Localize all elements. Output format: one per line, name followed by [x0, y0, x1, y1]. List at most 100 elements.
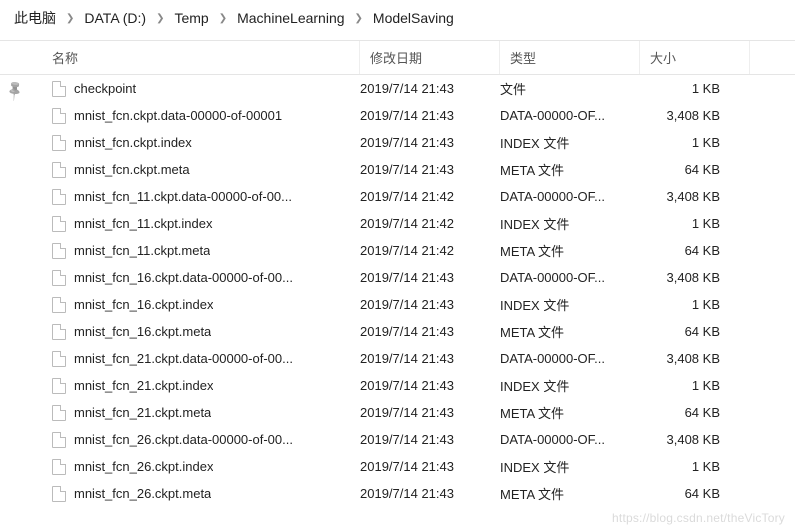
file-size: 64 KB — [640, 405, 750, 420]
file-name: mnist_fcn_16.ckpt.meta — [74, 324, 211, 339]
file-type: 文件 — [500, 79, 640, 98]
file-row[interactable]: mnist_fcn_26.ckpt.meta2019/7/14 21:43MET… — [0, 480, 795, 507]
file-name-cell[interactable]: mnist_fcn_26.ckpt.meta — [30, 486, 360, 502]
file-name: mnist_fcn.ckpt.meta — [74, 162, 190, 177]
breadcrumb-item[interactable]: MachineLearning — [233, 8, 348, 28]
file-icon — [52, 297, 66, 313]
file-name-cell[interactable]: mnist_fcn_16.ckpt.meta — [30, 324, 360, 340]
file-name-cell[interactable]: mnist_fcn_11.ckpt.meta — [30, 243, 360, 259]
file-name: mnist_fcn_11.ckpt.meta — [74, 243, 210, 258]
file-name: mnist_fcn.ckpt.index — [74, 135, 192, 150]
file-type: INDEX 文件 — [500, 133, 640, 152]
file-date: 2019/7/14 21:43 — [360, 108, 500, 123]
chevron-right-icon: ❯ — [349, 13, 369, 24]
file-row[interactable]: mnist_fcn_21.ckpt.data-00000-of-00... 201… — [0, 345, 795, 372]
file-name-cell[interactable]: mnist_fcn_11.ckpt.data-00000-of-00... — [30, 189, 360, 205]
file-name: mnist_fcn.ckpt.data-00000-of-00001 — [74, 108, 282, 123]
file-date: 2019/7/14 21:43 — [360, 486, 500, 501]
file-date: 2019/7/14 21:43 — [360, 81, 500, 96]
file-row[interactable]: mnist_fcn_11.ckpt.index2019/7/14 21:42IN… — [0, 210, 795, 237]
file-row[interactable]: mnist_fcn.ckpt.data-00000-of-00001 2019/7… — [0, 102, 795, 129]
file-row[interactable]: mnist_fcn_11.ckpt.data-00000-of-00...201… — [0, 183, 795, 210]
file-name-cell[interactable]: mnist_fcn_16.ckpt.data-00000-of-00... — [30, 270, 360, 286]
file-type: INDEX 文件 — [500, 295, 640, 314]
file-date: 2019/7/14 21:43 — [360, 405, 500, 420]
column-header-type[interactable]: 类型 — [500, 41, 640, 74]
file-row[interactable]: mnist_fcn.ckpt.meta2019/7/14 21:43META 文… — [0, 156, 795, 183]
file-icon — [52, 351, 66, 367]
column-header-pin — [0, 41, 30, 74]
file-name-cell[interactable]: mnist_fcn_26.ckpt.index — [30, 459, 360, 475]
file-name-cell[interactable]: mnist_fcn.ckpt.index — [30, 135, 360, 151]
file-size: 3,408 KB — [640, 108, 750, 123]
file-date: 2019/7/14 21:43 — [360, 135, 500, 150]
file-name-cell[interactable]: mnist_fcn_16.ckpt.index — [30, 297, 360, 313]
file-size: 3,408 KB — [640, 270, 750, 285]
file-row[interactable]: mnist_fcn_26.ckpt.index2019/7/14 21:43IN… — [0, 453, 795, 480]
file-row[interactable]: mnist_fcn_21.ckpt.index2019/7/14 21:43IN… — [0, 372, 795, 399]
file-name: mnist_fcn_21.ckpt.index — [74, 378, 213, 393]
file-row[interactable]: mnist_fcn_11.ckpt.meta2019/7/14 21:42MET… — [0, 237, 795, 264]
file-name-cell[interactable]: mnist_fcn.ckpt.meta — [30, 162, 360, 178]
file-name-cell[interactable]: mnist_fcn.ckpt.data-00000-of-00001 — [30, 108, 360, 124]
file-type: DATA-00000-OF... — [500, 270, 640, 285]
file-type: INDEX 文件 — [500, 457, 640, 476]
file-date: 2019/7/14 21:43 — [360, 351, 500, 366]
file-icon — [52, 135, 66, 151]
file-size: 1 KB — [640, 459, 750, 474]
file-size: 3,408 KB — [640, 432, 750, 447]
file-type: META 文件 — [500, 484, 640, 503]
file-name: checkpoint — [74, 81, 136, 96]
file-size: 1 KB — [640, 378, 750, 393]
file-size: 3,408 KB — [640, 189, 750, 204]
file-name-cell[interactable]: checkpoint — [30, 81, 360, 97]
file-size: 1 KB — [640, 297, 750, 312]
file-name-cell[interactable]: mnist_fcn_21.ckpt.data-00000-of-00... — [30, 351, 360, 367]
file-name: mnist_fcn_16.ckpt.data-00000-of-00... — [74, 270, 293, 285]
file-size: 1 KB — [640, 135, 750, 150]
file-icon — [52, 432, 66, 448]
file-date: 2019/7/14 21:43 — [360, 297, 500, 312]
file-name: mnist_fcn_26.ckpt.index — [74, 459, 213, 474]
breadcrumb-item[interactable]: Temp — [170, 8, 212, 28]
breadcrumb-item[interactable]: 此电脑 — [10, 6, 60, 30]
file-name: mnist_fcn_21.ckpt.data-00000-of-00... — [74, 351, 293, 366]
column-header-date[interactable]: 修改日期 — [360, 41, 500, 74]
file-icon — [52, 162, 66, 178]
file-type: DATA-00000-OF... — [500, 108, 640, 123]
file-size: 1 KB — [640, 81, 750, 96]
file-row[interactable]: mnist_fcn.ckpt.index 2019/7/14 21:43INDEX… — [0, 129, 795, 156]
file-name-cell[interactable]: mnist_fcn_11.ckpt.index — [30, 216, 360, 232]
file-name-cell[interactable]: mnist_fcn_21.ckpt.meta — [30, 405, 360, 421]
file-size: 64 KB — [640, 324, 750, 339]
file-icon — [52, 216, 66, 232]
file-icon — [52, 81, 66, 97]
file-name-cell[interactable]: mnist_fcn_26.ckpt.data-00000-of-00... — [30, 432, 360, 448]
file-icon — [52, 459, 66, 475]
breadcrumb-item[interactable]: DATA (D:) — [80, 8, 150, 28]
file-row[interactable]: mnist_fcn_26.ckpt.data-00000-of-00...201… — [0, 426, 795, 453]
column-header-size[interactable]: 大小 — [640, 41, 750, 74]
file-name-cell[interactable]: mnist_fcn_21.ckpt.index — [30, 378, 360, 394]
file-type: INDEX 文件 — [500, 214, 640, 233]
file-date: 2019/7/14 21:43 — [360, 324, 500, 339]
file-size: 64 KB — [640, 243, 750, 258]
file-date: 2019/7/14 21:42 — [360, 189, 500, 204]
file-icon — [52, 324, 66, 340]
chevron-right-icon: ❯ — [60, 13, 80, 24]
file-row[interactable]: mnist_fcn_16.ckpt.meta 2019/7/14 21:43MET… — [0, 318, 795, 345]
file-list: 📌checkpoint2019/7/14 21:43文件1 KBmnist_fc… — [0, 75, 795, 507]
file-icon — [52, 189, 66, 205]
file-row[interactable]: 📌checkpoint2019/7/14 21:43文件1 KB — [0, 75, 795, 102]
breadcrumb-item[interactable]: ModelSaving — [369, 8, 458, 28]
file-row[interactable]: mnist_fcn_16.ckpt.index2019/7/14 21:43IN… — [0, 291, 795, 318]
breadcrumb[interactable]: 此电脑 ❯ DATA (D:) ❯ Temp ❯ MachineLearning… — [0, 0, 795, 41]
file-type: META 文件 — [500, 322, 640, 341]
file-row[interactable]: mnist_fcn_21.ckpt.meta2019/7/14 21:43MET… — [0, 399, 795, 426]
file-icon — [52, 108, 66, 124]
chevron-right-icon: ❯ — [150, 13, 170, 24]
file-row[interactable]: mnist_fcn_16.ckpt.data-00000-of-00...201… — [0, 264, 795, 291]
column-header-name[interactable]: 名称 — [30, 41, 360, 74]
file-icon — [52, 405, 66, 421]
file-icon — [52, 378, 66, 394]
